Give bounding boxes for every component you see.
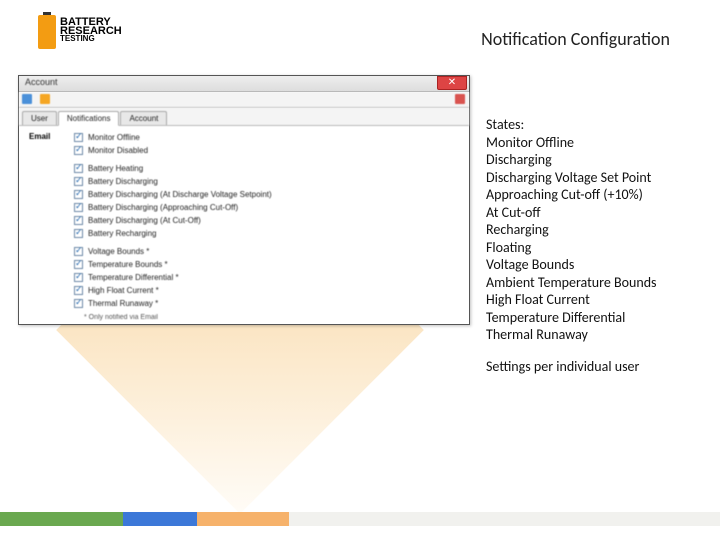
states-item: Floating	[486, 239, 706, 257]
states-item: Recharging	[486, 221, 706, 239]
states-item: Monitor Offline	[486, 134, 706, 152]
checkbox-row: Battery Discharging (At Discharge Voltag…	[74, 188, 459, 201]
states-item: High Float Current	[486, 291, 706, 309]
checkbox-label: Monitor Offline	[88, 133, 140, 142]
states-panel: States: Monitor OfflineDischargingDischa…	[486, 116, 706, 375]
states-heading: States:	[486, 116, 706, 134]
tab-account[interactable]: Account	[120, 111, 167, 125]
checkbox-label: Battery Heating	[88, 164, 143, 173]
checkbox-label: Thermal Runaway *	[88, 299, 158, 308]
checkbox-label: High Float Current *	[88, 286, 159, 295]
checkbox-row: Monitor Offline	[74, 131, 459, 144]
logo-line-3: TESTING	[60, 36, 122, 43]
states-item: Ambient Temperature Bounds	[486, 274, 706, 292]
toolbar-icon-1[interactable]	[22, 94, 32, 104]
checkbox-row: Temperature Differential *	[74, 271, 459, 284]
page-title: Notification Configuration	[481, 28, 670, 50]
checkbox-label: Voltage Bounds *	[88, 247, 149, 256]
toolbar-icon-2[interactable]	[40, 94, 50, 104]
states-item: Discharging	[486, 151, 706, 169]
states-list: Monitor OfflineDischargingDischarging Vo…	[486, 134, 706, 344]
close-icon: ✕	[448, 77, 456, 88]
checkbox-row: Battery Heating	[74, 162, 459, 175]
window-titlebar: Account ✕	[19, 76, 469, 92]
battery-icon	[38, 12, 56, 49]
settings-window: Account ✕ User Notifications Account Ema…	[18, 75, 470, 325]
checkbox-label: Monitor Disabled	[88, 146, 148, 155]
checkbox-row: Battery Recharging	[74, 227, 459, 240]
checkbox[interactable]	[74, 146, 83, 155]
checkbox[interactable]	[74, 133, 83, 142]
checkbox-label: Battery Recharging	[88, 229, 156, 238]
checkbox-label: Battery Discharging	[88, 177, 158, 186]
states-item: Discharging Voltage Set Point	[486, 169, 706, 187]
checkbox[interactable]	[74, 299, 83, 308]
states-item: Temperature Differential	[486, 309, 706, 327]
checkbox-row: High Float Current *	[74, 284, 459, 297]
checkbox[interactable]	[74, 177, 83, 186]
checkbox-row: Temperature Bounds *	[74, 258, 459, 271]
checkbox-row: Monitor Disabled	[74, 144, 459, 157]
checkbox[interactable]	[74, 203, 83, 212]
footer-bar-grey	[289, 512, 720, 526]
footer-bar-green	[0, 512, 123, 526]
states-item: Voltage Bounds	[486, 256, 706, 274]
footer-color-bars	[0, 512, 720, 526]
checkbox-row: Thermal Runaway *	[74, 297, 459, 310]
window-content: Email Monitor OfflineMonitor DisabledBat…	[19, 126, 469, 327]
checkbox-label: Battery Discharging (Approaching Cut-Off…	[88, 203, 238, 212]
checkbox-row: Voltage Bounds *	[74, 245, 459, 258]
checkbox-row: Battery Discharging (Approaching Cut-Off…	[74, 201, 459, 214]
states-item: Thermal Runaway	[486, 326, 706, 344]
toolbar-icon-right[interactable]	[455, 94, 465, 104]
toolbar	[19, 92, 469, 108]
checkbox[interactable]	[74, 164, 83, 173]
tab-bar: User Notifications Account	[19, 108, 469, 126]
states-item: Approaching Cut-off (+10%)	[486, 186, 706, 204]
checkbox[interactable]	[74, 273, 83, 282]
checkbox[interactable]	[74, 190, 83, 199]
checkbox-row: Battery Discharging (At Cut-Off)	[74, 214, 459, 227]
checkbox[interactable]	[74, 247, 83, 256]
checkbox-footnote: * Only notified via Email	[84, 314, 459, 321]
checkbox-list: Monitor Offline Monitor Disabled Battery H…	[74, 131, 459, 310]
checkbox[interactable]	[74, 286, 83, 295]
window-title: Account	[25, 77, 58, 87]
checkbox-label: Battery Discharging (At Cut-Off)	[88, 216, 201, 225]
checkbox-label: Temperature Differential *	[88, 273, 179, 282]
states-footer: Settings per individual user	[486, 358, 706, 376]
logo: BATTERY RESEARCH TESTING	[38, 12, 122, 49]
checkbox-label: Battery Discharging (At Discharge Voltag…	[88, 190, 272, 199]
checkbox[interactable]	[74, 216, 83, 225]
checkbox[interactable]	[74, 229, 83, 238]
checkbox-label: Temperature Bounds *	[88, 260, 168, 269]
footer-bar-blue	[123, 512, 197, 526]
tab-user[interactable]: User	[22, 111, 57, 125]
footer-bar-orange	[197, 512, 289, 526]
logo-text: BATTERY RESEARCH TESTING	[60, 18, 122, 43]
checkbox-row: Battery Discharging	[74, 175, 459, 188]
checkbox[interactable]	[74, 260, 83, 269]
states-item: At Cut-off	[486, 204, 706, 222]
close-button[interactable]: ✕	[437, 76, 467, 90]
tab-notifications[interactable]: Notifications	[58, 111, 120, 126]
